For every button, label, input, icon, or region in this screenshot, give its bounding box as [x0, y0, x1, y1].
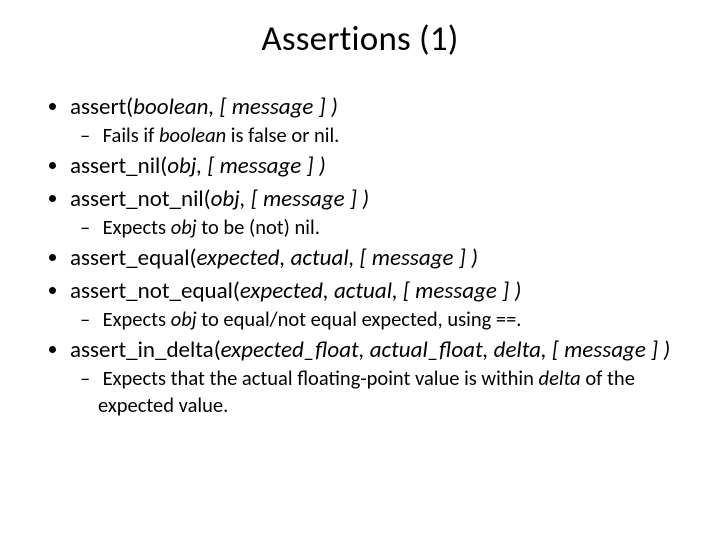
- sub-em: delta: [539, 365, 581, 391]
- sub-pre: Expects that the actual floating-point v…: [103, 365, 539, 391]
- list-item: assert(boolean, [ message ] ) Fails if b…: [70, 92, 678, 149]
- item-args: expected, actual, [ message ] ): [240, 277, 521, 305]
- sub-list: Expects obj to equal/not equal expected,…: [70, 306, 678, 333]
- sub-pre: Expects: [103, 214, 171, 240]
- list-item: assert_not_nil(obj, [ message ] ) Expect…: [70, 184, 678, 241]
- slide: Assertions (1) assert(boolean, [ message…: [0, 0, 720, 540]
- sub-item: Expects that the actual floating-point v…: [98, 365, 678, 419]
- item-prefix: assert(: [70, 93, 133, 121]
- sub-item: Expects obj to be (not) nil.: [98, 214, 678, 241]
- list-item: assert_equal(expected, actual, [ message…: [70, 243, 678, 273]
- sub-post: is false or nil.: [226, 122, 339, 148]
- sub-em: obj: [171, 306, 197, 332]
- sub-post: to equal/not equal expected, using ==.: [197, 306, 522, 332]
- list-item: assert_nil(obj, [ message ] ): [70, 151, 678, 181]
- item-args: expected, actual, [ message ] ): [197, 244, 478, 272]
- item-args: obj, [ message ] ): [167, 152, 325, 180]
- sub-list: Expects obj to be (not) nil.: [70, 214, 678, 241]
- sub-item: Fails if boolean is false or nil.: [98, 122, 678, 149]
- sub-pre: Expects: [103, 306, 171, 332]
- sub-list: Expects that the actual floating-point v…: [70, 365, 678, 419]
- item-prefix: assert_not_nil(: [70, 185, 211, 213]
- bullet-list: assert(boolean, [ message ] ) Fails if b…: [42, 92, 678, 419]
- list-item: assert_not_equal(expected, actual, [ mes…: [70, 276, 678, 333]
- item-args: boolean, [ message ] ): [133, 93, 338, 121]
- sub-em: boolean: [159, 122, 226, 148]
- item-args: expected_float, actual_float, delta, [ m…: [221, 336, 671, 364]
- item-args: obj, [ message ] ): [211, 185, 369, 213]
- item-prefix: assert_nil(: [70, 152, 167, 180]
- slide-title: Assertions (1): [42, 18, 678, 60]
- sub-post: to be (not) nil.: [197, 214, 320, 240]
- list-item: assert_in_delta(expected_float, actual_f…: [70, 335, 678, 419]
- sub-pre: Fails if: [103, 122, 159, 148]
- sub-list: Fails if boolean is false or nil.: [70, 122, 678, 149]
- sub-em: obj: [171, 214, 197, 240]
- item-prefix: assert_in_delta(: [70, 336, 221, 364]
- sub-item: Expects obj to equal/not equal expected,…: [98, 306, 678, 333]
- item-prefix: assert_equal(: [70, 244, 197, 272]
- item-prefix: assert_not_equal(: [70, 277, 240, 305]
